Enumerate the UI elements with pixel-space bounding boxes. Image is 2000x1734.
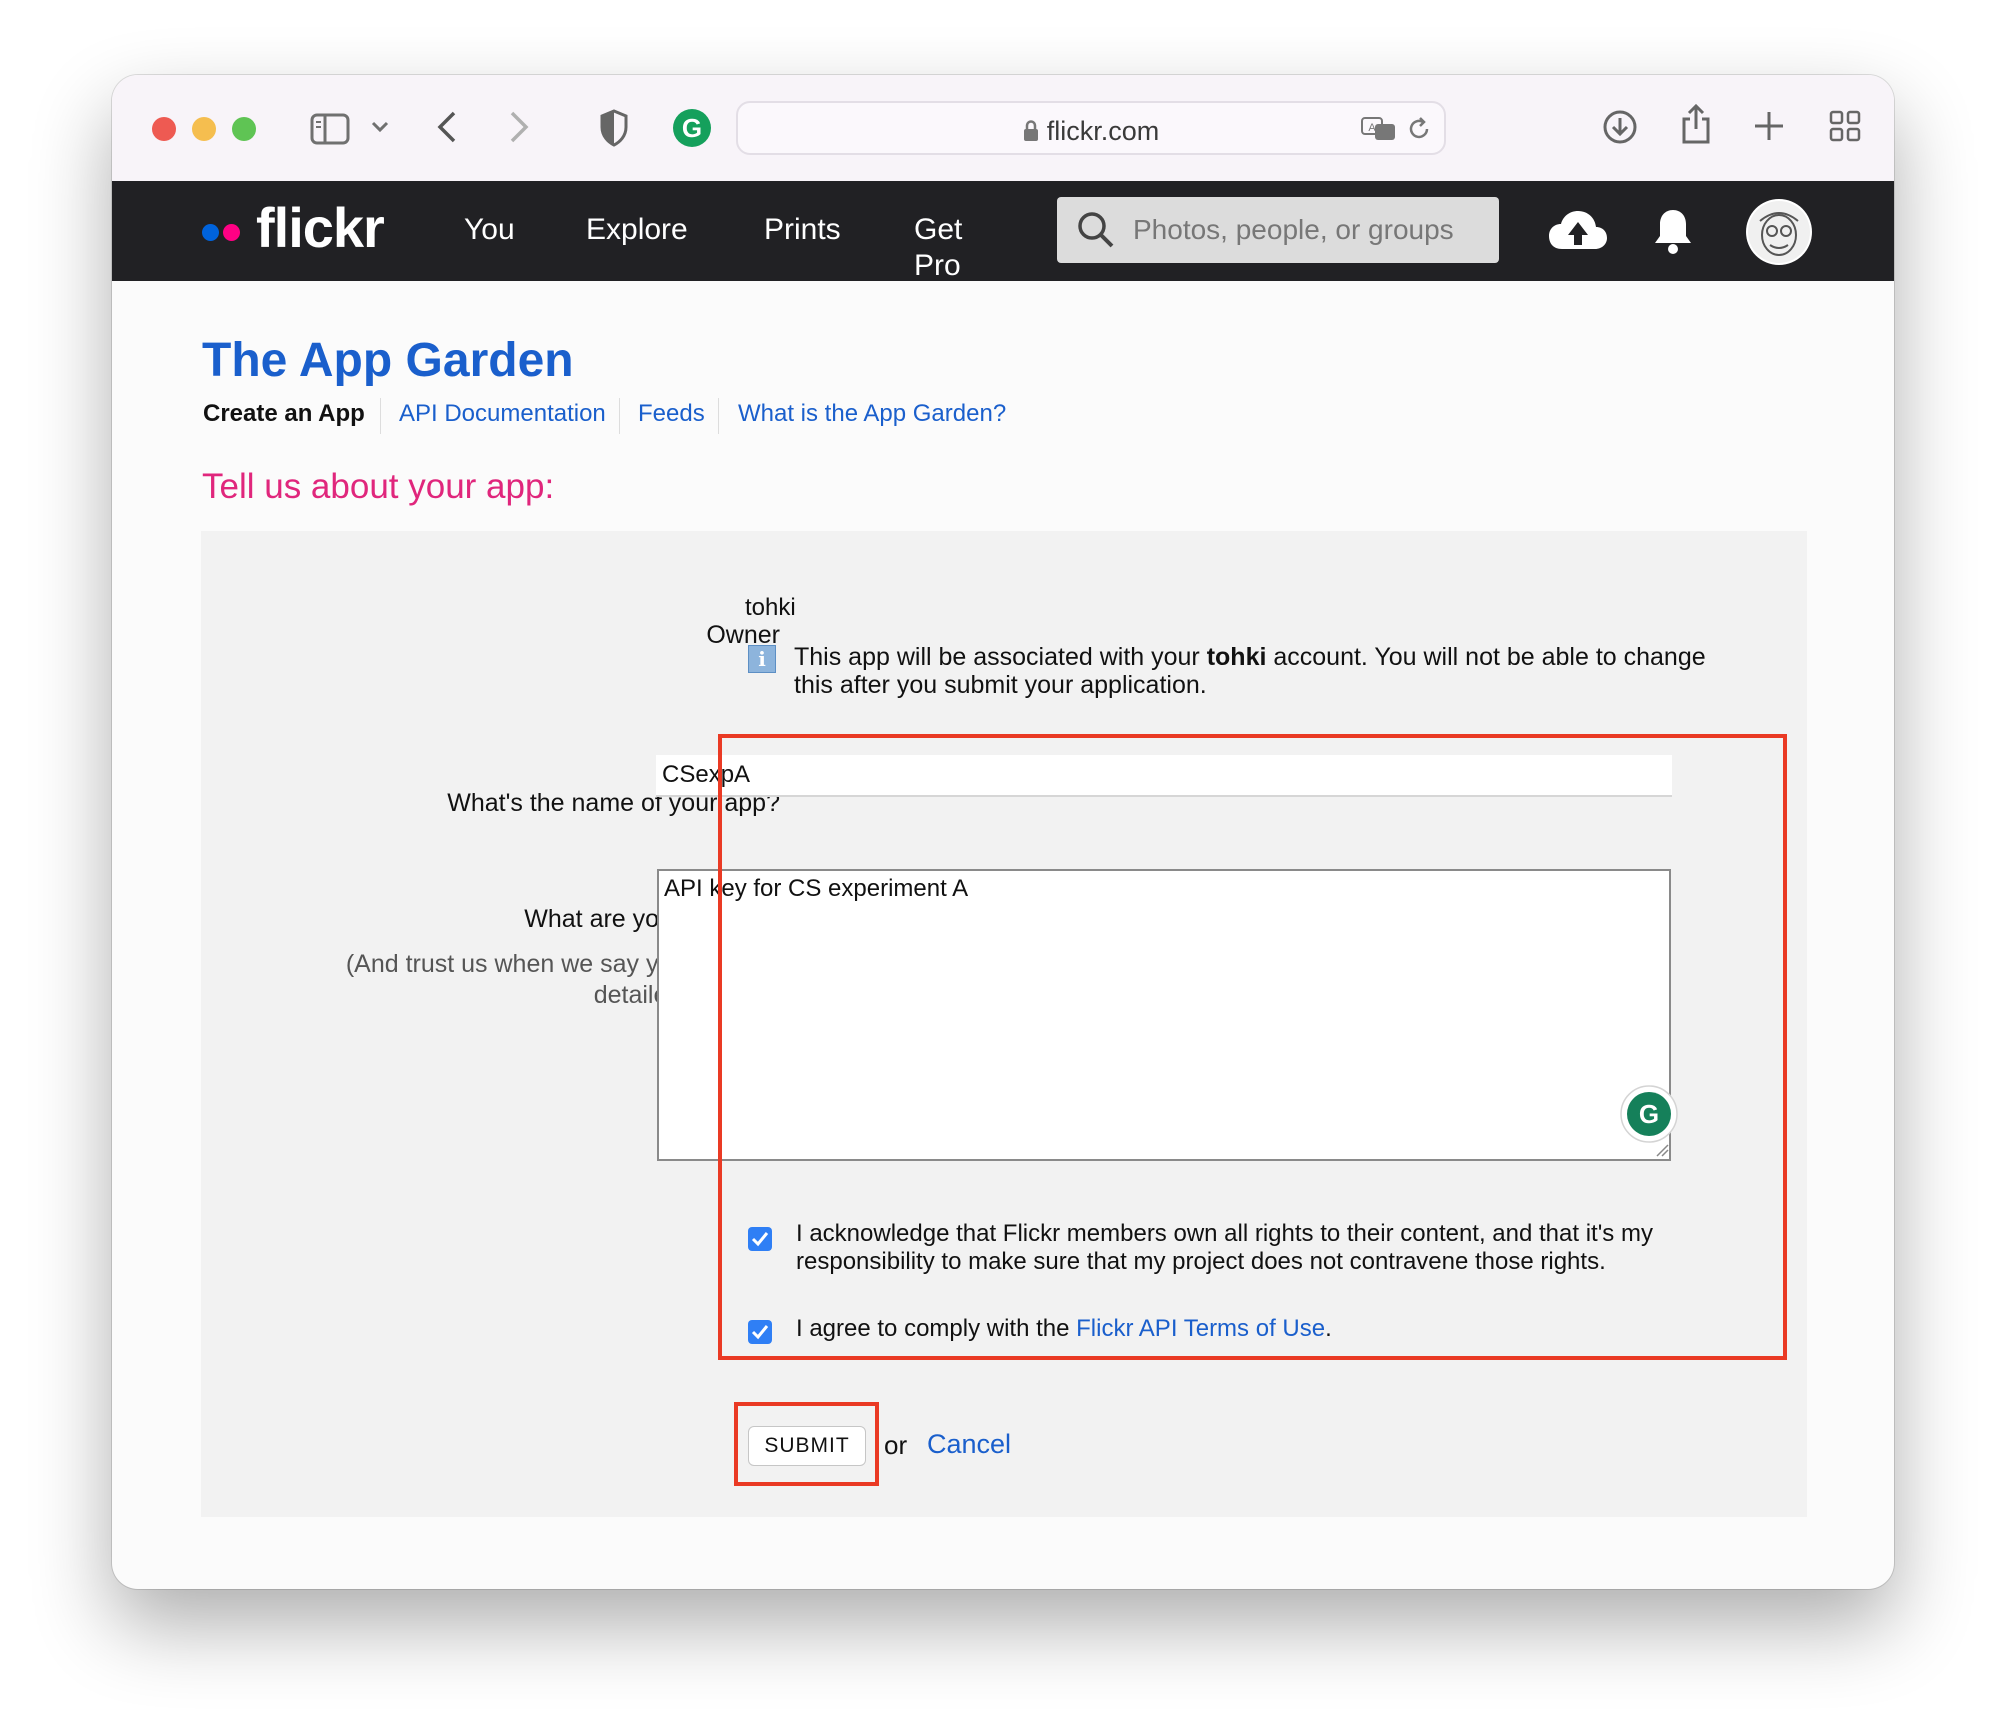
nav-get-pro-line1: Get [914, 213, 963, 246]
owner-note-text: account. You will not be able to change [1266, 643, 1706, 671]
share-icon[interactable] [1676, 101, 1716, 147]
annotation-highlight-form-fields [718, 734, 1787, 1360]
search-input[interactable]: Photos, people, or groups [1057, 197, 1499, 263]
forward-icon[interactable] [504, 107, 534, 147]
translate-icon[interactable]: A [1360, 115, 1398, 143]
owner-note: This app will be associated with your to… [794, 643, 1706, 699]
subnav-api-documentation[interactable]: API Documentation [399, 400, 606, 428]
subnav-divider [718, 398, 719, 434]
nav-explore[interactable]: Explore [586, 213, 688, 247]
downloads-icon[interactable] [1600, 107, 1640, 147]
nav-you[interactable]: You [464, 213, 515, 247]
annotation-highlight-submit [734, 1402, 879, 1486]
upload-icon[interactable] [1548, 209, 1608, 258]
subnav-feeds[interactable]: Feeds [638, 400, 705, 428]
chevron-down-icon[interactable] [368, 115, 392, 139]
notifications-bell-icon[interactable] [1652, 207, 1694, 260]
svg-text:A: A [1368, 122, 1376, 134]
logo-pink-dot [223, 224, 240, 241]
back-icon[interactable] [432, 107, 462, 147]
tab-overview-icon[interactable] [1826, 107, 1864, 145]
subnav-create-app[interactable]: Create an App [203, 400, 365, 428]
new-tab-icon[interactable] [1750, 107, 1788, 145]
lock-icon [1023, 118, 1039, 149]
sidebar-icon[interactable] [308, 109, 352, 149]
nav-get-pro-line2: Pro [914, 249, 961, 282]
subnav-what-is-app-garden[interactable]: What is the App Garden? [738, 400, 1006, 428]
zoom-window-button[interactable] [232, 117, 256, 141]
url-text: flickr.com [738, 116, 1444, 149]
browser-window: G flickr.com A flickr You Explore Prints… [112, 75, 1894, 1589]
browser-toolbar: G flickr.com A [112, 75, 1894, 182]
minimize-window-button[interactable] [192, 117, 216, 141]
cancel-link[interactable]: Cancel [927, 1429, 1011, 1460]
privacy-shield-icon[interactable] [596, 107, 632, 149]
logo-text: flickr [256, 196, 385, 259]
section-title: Tell us about your app: [202, 467, 555, 506]
flickr-navbar: flickr You Explore Prints Get Pro Photos… [112, 181, 1894, 282]
owner-note-text: This app will be associated with your [794, 643, 1207, 671]
page-title: The App Garden [202, 334, 574, 387]
svg-text:G: G [682, 113, 702, 143]
search-placeholder: Photos, people, or groups [1133, 214, 1454, 245]
owner-note-account: tohki [1206, 643, 1267, 671]
subnav-divider [380, 398, 381, 434]
address-bar[interactable]: flickr.com A [736, 101, 1446, 155]
owner-name: tohki [745, 594, 796, 621]
nav-prints[interactable]: Prints [764, 213, 841, 247]
grammarly-extension-icon[interactable]: G [672, 108, 712, 148]
url-value: flickr.com [1046, 116, 1160, 146]
logo-blue-dot [202, 224, 219, 241]
reload-icon[interactable] [1404, 115, 1434, 143]
avatar[interactable] [1746, 199, 1812, 270]
info-icon: i [748, 645, 776, 673]
owner-note-text: this after you submit your application. [794, 671, 1207, 699]
search-icon [1077, 211, 1115, 254]
subnav-divider [619, 398, 620, 434]
or-text: or [884, 1430, 908, 1460]
close-window-button[interactable] [152, 117, 176, 141]
